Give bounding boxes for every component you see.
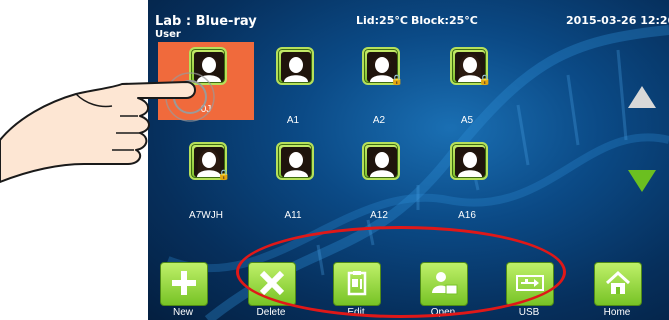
- user-tile[interactable]: A11: [245, 137, 341, 221]
- user-avatar-icon: 🔒: [362, 47, 403, 86]
- cross-icon: [259, 270, 285, 296]
- home-label: Home: [603, 307, 631, 318]
- user-label: A2: [372, 115, 386, 126]
- edit-button[interactable]: [333, 262, 381, 306]
- device-screen: Lab : Blue-ray User Lid:25°C Block:25°C …: [148, 0, 669, 320]
- user-label: A12: [370, 210, 388, 221]
- user-tile[interactable]: A12: [331, 137, 427, 221]
- edit-label: Edit: [347, 307, 365, 318]
- pointing-hand-icon: [0, 72, 215, 183]
- new-label: New: [172, 307, 193, 318]
- user-label: A1: [286, 115, 300, 126]
- user-avatar-icon: [450, 142, 488, 180]
- delete-label: Delete: [256, 307, 286, 318]
- delete-button[interactable]: [248, 262, 296, 306]
- user-avatar-icon: [362, 142, 400, 180]
- home-button[interactable]: [594, 262, 642, 306]
- open-label: Open: [430, 307, 456, 318]
- date-time: 2015-03-26 12:26: [566, 14, 669, 27]
- plus-icon: [172, 271, 196, 295]
- user-avatar-icon: [276, 47, 314, 85]
- lock-icon: 🔒: [390, 75, 403, 86]
- usb-icon: [516, 275, 544, 291]
- lock-icon: 🔒: [217, 170, 230, 181]
- usb-label: USB: [518, 307, 540, 318]
- user-tile[interactable]: 🔒 A2: [331, 42, 427, 126]
- user-label: A11: [284, 210, 302, 221]
- user-role: User: [155, 29, 181, 40]
- lock-icon: 🔒: [478, 75, 491, 86]
- user-label: A5: [460, 115, 474, 126]
- lab-name: Lab : Blue-ray: [155, 14, 257, 29]
- user-label: A7WJH: [189, 210, 223, 221]
- lid-temperature: Lid:25°C: [356, 14, 408, 27]
- user-label: A16: [458, 210, 476, 221]
- open-button[interactable]: [420, 262, 468, 306]
- usb-button[interactable]: [506, 262, 554, 306]
- down-arrow-icon[interactable]: [628, 170, 656, 192]
- user-folder-icon: [432, 272, 458, 295]
- user-tile[interactable]: 🔒 A5: [419, 42, 515, 126]
- up-arrow-icon[interactable]: [628, 86, 656, 108]
- status-header: Lab : Blue-ray User Lid:25°C Block:25°C …: [148, 0, 669, 40]
- user-avatar-icon: [276, 142, 314, 180]
- block-temperature: Block:25°C: [411, 14, 478, 27]
- home-icon: [605, 270, 631, 294]
- new-button[interactable]: [160, 262, 208, 306]
- user-avatar-icon: 🔒: [450, 47, 491, 86]
- clipboard-icon: [347, 271, 367, 296]
- user-tile[interactable]: A16: [419, 137, 515, 221]
- user-tile[interactable]: A1: [245, 42, 341, 126]
